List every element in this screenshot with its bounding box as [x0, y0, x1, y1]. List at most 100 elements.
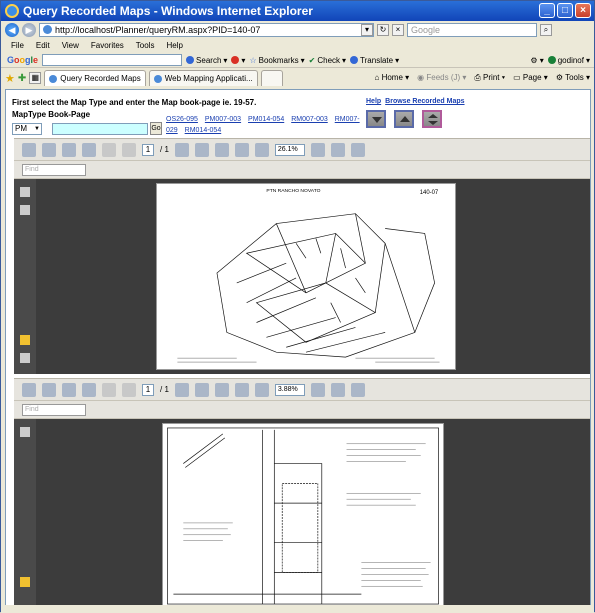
- google-tools-button[interactable]: ▾: [231, 56, 245, 65]
- find-input[interactable]: Find: [22, 163, 86, 176]
- search-icon[interactable]: ⌕: [540, 23, 552, 36]
- fit-width-icon[interactable]: [310, 382, 325, 397]
- page-number-input[interactable]: 1: [142, 143, 154, 156]
- map-link[interactable]: PM007-003: [205, 116, 241, 123]
- attachments-icon[interactable]: [20, 353, 30, 363]
- address-bar[interactable]: http://localhost/Planner/queryRM.aspx?PI…: [39, 22, 374, 37]
- move-up-button[interactable]: [394, 110, 414, 128]
- zoom-level[interactable]: 26.1%: [274, 143, 305, 156]
- pages-icon[interactable]: [20, 427, 30, 437]
- home-button[interactable]: ⌂ Home ▾: [375, 73, 410, 83]
- address-url[interactable]: http://localhost/Planner/queryRM.aspx?PI…: [55, 25, 358, 35]
- check-button[interactable]: ✔ Check ▾: [309, 56, 346, 65]
- sidebar-1: [14, 179, 36, 374]
- bookmarks-button[interactable]: ☆ Bookmarks ▾: [249, 56, 304, 65]
- menu-file[interactable]: File: [11, 41, 24, 50]
- menu-view[interactable]: View: [62, 41, 79, 50]
- prev-page-icon[interactable]: [102, 142, 116, 157]
- print-icon[interactable]: [42, 142, 56, 157]
- next-page-icon[interactable]: [122, 382, 136, 397]
- pages-icon[interactable]: [20, 187, 30, 197]
- fit-width-icon[interactable]: [310, 142, 325, 157]
- email-icon[interactable]: [62, 142, 76, 157]
- translate-button[interactable]: Translate ▾: [350, 56, 399, 65]
- close-button[interactable]: ×: [575, 3, 591, 18]
- prev-page-icon[interactable]: [102, 382, 116, 397]
- map-link[interactable]: RM014-054: [185, 127, 222, 134]
- rotate-icon[interactable]: [350, 142, 365, 157]
- menu-edit[interactable]: Edit: [36, 41, 50, 50]
- print-icon[interactable]: [42, 382, 56, 397]
- page-total: / 1: [160, 145, 169, 154]
- comments-icon[interactable]: [20, 335, 30, 345]
- save-icon[interactable]: [22, 142, 36, 157]
- menu-help[interactable]: Help: [166, 41, 182, 50]
- map-title: PTN RANCHO NOVATO: [266, 188, 320, 194]
- map-link[interactable]: PM014-054: [248, 116, 284, 123]
- page-menu-button[interactable]: ▭ Page ▾: [513, 73, 548, 83]
- save-icon[interactable]: [22, 382, 36, 397]
- tools-menu-button[interactable]: ⚙ Tools ▾: [556, 73, 590, 83]
- quick-tabs-icon[interactable]: ▦: [29, 72, 42, 84]
- user-account[interactable]: godinof ▾: [547, 56, 594, 65]
- feeds-button[interactable]: ◉ Feeds (J) ▾: [417, 73, 466, 83]
- select-tool-icon[interactable]: [174, 382, 189, 397]
- map-link[interactable]: OS26-095: [166, 116, 198, 123]
- menu-favorites[interactable]: Favorites: [91, 41, 124, 50]
- share-icon[interactable]: [82, 142, 96, 157]
- book-page-input[interactable]: [52, 123, 148, 135]
- share-icon[interactable]: [82, 382, 96, 397]
- maptype-select[interactable]: PM: [12, 123, 42, 135]
- pdf-viewer-1: 1 / 1 26.1% Find PTN RANCHO NOVATO 140-0…: [14, 138, 590, 374]
- zoom-tool-icon[interactable]: [214, 142, 229, 157]
- split-view-button[interactable]: [422, 110, 442, 128]
- zoom-in-icon[interactable]: [234, 142, 249, 157]
- parcel-map-drawing: PTN RANCHO NOVATO 140-07: [177, 188, 440, 363]
- zoom-out-icon[interactable]: [254, 382, 269, 397]
- fit-page-icon[interactable]: [330, 382, 345, 397]
- print-button[interactable]: ⎙ Print ▾: [474, 73, 505, 83]
- menu-tools[interactable]: Tools: [136, 41, 155, 50]
- select-tool-icon[interactable]: [174, 142, 189, 157]
- title-bar: Query Recorded Maps - Windows Internet E…: [1, 1, 594, 21]
- status-icon: [547, 56, 556, 64]
- help-link[interactable]: Help: [366, 98, 381, 105]
- instruction-text: First select the Map Type and enter the …: [12, 98, 257, 107]
- refresh-icon[interactable]: ↻: [377, 23, 389, 36]
- add-favorite-icon[interactable]: ✚: [18, 73, 26, 84]
- minimize-button[interactable]: _: [539, 3, 555, 18]
- favorites-star-icon[interactable]: ★: [5, 72, 15, 85]
- next-page-icon[interactable]: [122, 142, 136, 157]
- email-icon[interactable]: [62, 382, 76, 397]
- tab-query-recorded-maps[interactable]: Query Recorded Maps: [44, 70, 146, 86]
- rotate-icon[interactable]: [350, 382, 365, 397]
- wrench-icon[interactable]: ⚙ ▾: [530, 56, 543, 65]
- browse-recorded-maps-link[interactable]: Browse Recorded Maps: [385, 98, 464, 105]
- go-button[interactable]: Go: [150, 122, 162, 135]
- zoom-level[interactable]: 3.88%: [274, 383, 305, 396]
- stop-icon[interactable]: ×: [392, 23, 404, 36]
- hand-tool-icon[interactable]: [194, 382, 209, 397]
- back-button[interactable]: ◀: [5, 22, 19, 37]
- forward-button[interactable]: ▶: [22, 22, 36, 37]
- zoom-tool-icon[interactable]: [214, 382, 229, 397]
- new-tab-button[interactable]: [260, 70, 283, 86]
- tab-web-mapping[interactable]: Web Mapping Applicati...: [148, 70, 258, 86]
- zoom-in-icon[interactable]: [234, 382, 249, 397]
- page-number-input[interactable]: 1: [142, 383, 154, 396]
- maximize-button[interactable]: □: [557, 3, 573, 18]
- address-dropdown-icon[interactable]: ▾: [361, 23, 373, 36]
- comments-icon[interactable]: [20, 577, 30, 587]
- search-input[interactable]: Google: [407, 22, 537, 37]
- map-link[interactable]: RM007-003: [291, 116, 328, 123]
- zoom-out-icon[interactable]: [254, 142, 269, 157]
- hand-tool-icon[interactable]: [194, 142, 209, 157]
- window-title: Query Recorded Maps - Windows Internet E…: [23, 4, 313, 18]
- bookmarks-icon[interactable]: [20, 205, 30, 215]
- google-search-button[interactable]: Search ▾: [186, 56, 227, 65]
- move-down-button[interactable]: [366, 110, 386, 128]
- fit-page-icon[interactable]: [330, 142, 345, 157]
- find-input[interactable]: Find: [22, 403, 86, 416]
- page-icon: [153, 74, 162, 83]
- google-search-input[interactable]: [42, 54, 183, 66]
